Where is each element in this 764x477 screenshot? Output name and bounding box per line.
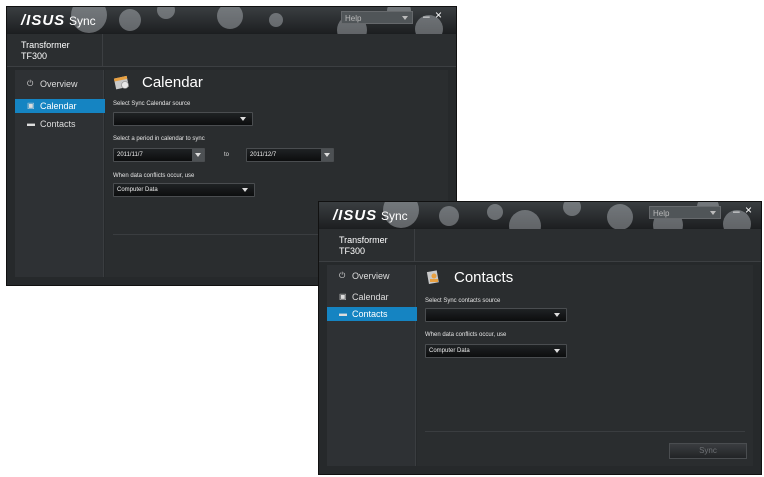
device-name: Transformer TF300 — [339, 235, 388, 257]
select-value: Computer Data — [117, 187, 158, 193]
decor-bubble — [607, 204, 633, 230]
contacts-section-icon — [426, 270, 439, 284]
device-name: Transformer TF300 — [21, 40, 70, 62]
decor-bubble — [269, 13, 283, 27]
title-bar[interactable]: /ISUS Sync Help – × — [319, 202, 761, 242]
asus-logo: /ISUS — [21, 12, 66, 29]
divider — [414, 229, 415, 261]
chevron-down-icon — [195, 153, 201, 157]
calendar-icon: ▣ — [339, 292, 347, 301]
source-label: Select Sync contacts source — [425, 298, 501, 304]
title-bar[interactable]: /ISUS Sync Help – × — [7, 7, 456, 45]
sidebar-item-overview[interactable]: ⏻ Overview — [15, 77, 103, 91]
main-content: Contacts Select Sync contacts source Whe… — [417, 265, 753, 466]
decor-bubble — [439, 206, 459, 226]
date-picker-button[interactable] — [192, 149, 204, 161]
contacts-source-select[interactable] — [425, 308, 567, 322]
page-title: Calendar — [142, 74, 203, 91]
conflict-label: When data conflicts occur, use — [425, 332, 507, 338]
sidebar-item-label: Calendar — [40, 101, 77, 111]
chevron-down-icon — [554, 349, 560, 353]
device-bar: Transformer TF300 — [319, 229, 761, 262]
contacts-icon: ▬ — [27, 119, 35, 128]
sidebar-item-label: Contacts — [40, 119, 76, 129]
select-value: 2011/12/7 — [250, 152, 277, 158]
sidebar: ⏻ Overview ▣ Calendar ▬ Contacts — [327, 265, 423, 466]
sidebar-item-contacts[interactable]: ▬ Contacts — [327, 307, 423, 321]
help-dropdown[interactable]: Help — [649, 206, 721, 219]
decor-bubble — [157, 7, 175, 19]
chevron-down-icon — [240, 117, 246, 121]
asus-logo: /ISUS — [333, 207, 378, 224]
close-button[interactable]: × — [745, 203, 752, 217]
power-icon: ⏻ — [27, 79, 34, 88]
app-title: Sync — [69, 14, 96, 28]
decor-bubble — [217, 7, 243, 29]
app-title: Sync — [381, 209, 408, 223]
sidebar-item-label: Contacts — [352, 309, 388, 319]
period-start-date[interactable]: 2011/11/7 — [113, 148, 205, 162]
chevron-down-icon — [402, 16, 408, 20]
decor-bubble — [119, 9, 141, 31]
chevron-down-icon — [710, 211, 716, 215]
divider — [425, 431, 745, 432]
help-label: Help — [345, 14, 362, 23]
device-name-line1: Transformer — [339, 235, 388, 245]
sidebar: ⏻ Overview ▣ Calendar ▬ Contacts — [15, 70, 111, 277]
help-label: Help — [653, 209, 670, 218]
chevron-down-icon — [324, 153, 330, 157]
sidebar-item-label: Overview — [352, 271, 390, 281]
sidebar-item-overview[interactable]: ⏻ Overview — [327, 269, 415, 283]
period-label: Select a period in calendar to sync — [113, 136, 205, 142]
conflict-label: When data conflicts occur, use — [113, 173, 195, 179]
chevron-down-icon — [554, 313, 560, 317]
device-name-line2: TF300 — [21, 51, 48, 61]
minimize-button[interactable]: – — [733, 204, 740, 218]
sync-button[interactable]: Sync — [669, 443, 747, 459]
period-to-label: to — [224, 152, 230, 158]
conflict-select[interactable]: Computer Data — [113, 183, 255, 197]
divider — [102, 34, 103, 66]
device-bar: Transformer TF300 — [7, 34, 456, 67]
help-dropdown[interactable]: Help — [341, 11, 413, 24]
chevron-down-icon — [242, 188, 248, 192]
sidebar-item-label: Calendar — [352, 292, 389, 302]
select-value: 2011/11/7 — [117, 152, 143, 158]
calendar-section-icon — [113, 75, 129, 90]
device-name-line2: TF300 — [339, 246, 366, 256]
sidebar-item-calendar[interactable]: ▣ Calendar — [327, 290, 415, 304]
page-title: Contacts — [454, 269, 514, 286]
calendar-icon: ▣ — [27, 101, 35, 110]
decor-bubble — [563, 202, 581, 216]
asus-sync-window-contacts: /ISUS Sync Help – × Transformer TF300 ⏻ … — [318, 201, 762, 475]
decor-bubble — [487, 204, 503, 220]
conflict-select[interactable]: Computer Data — [425, 344, 567, 358]
calendar-source-select[interactable] — [113, 112, 253, 126]
close-button[interactable]: × — [435, 8, 442, 22]
power-icon: ⏻ — [339, 271, 346, 280]
sidebar-item-contacts[interactable]: ▬ Contacts — [15, 117, 103, 131]
sidebar-item-calendar[interactable]: ▣ Calendar — [15, 99, 111, 113]
date-picker-button[interactable] — [321, 149, 333, 161]
device-name-line1: Transformer — [21, 40, 70, 50]
sidebar-item-label: Overview — [40, 79, 78, 89]
period-end-date[interactable]: 2011/12/7 — [246, 148, 334, 162]
minimize-button[interactable]: – — [423, 9, 430, 23]
source-label: Select Sync Calendar source — [113, 101, 191, 107]
select-value: Computer Data — [429, 348, 470, 354]
contacts-icon: ▬ — [339, 309, 347, 318]
